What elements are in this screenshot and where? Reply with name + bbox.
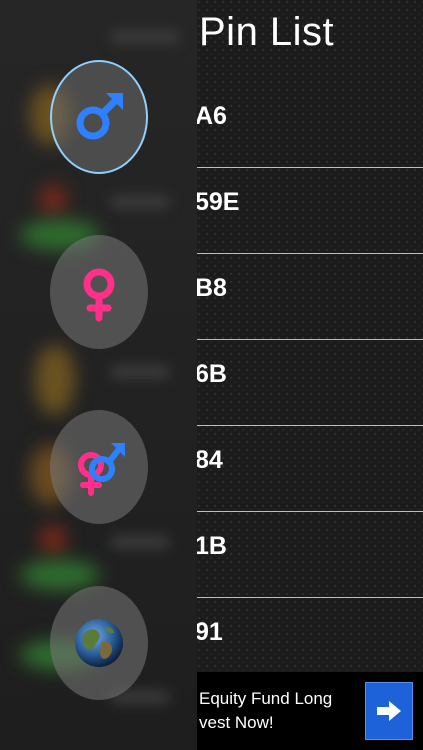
ad-line-2: vest Now! [199, 713, 274, 732]
arrow-right-icon [377, 701, 401, 721]
blurred-background-text [110, 30, 180, 44]
blurred-background-pin [35, 345, 75, 415]
ad-line-1: Equity Fund Long [199, 689, 333, 708]
pin-label: A6 [195, 102, 227, 130]
female-symbol-icon [83, 268, 115, 322]
filter-male-button[interactable] [50, 60, 148, 174]
ad-text: Equity Fund Long vest Now! [199, 687, 332, 735]
filter-sidebar [0, 0, 197, 750]
pin-label: 1B [195, 532, 227, 560]
list-item[interactable]: 84 [195, 426, 423, 512]
globe-icon [75, 619, 123, 667]
male-female-symbol-icon [78, 443, 125, 496]
list-item[interactable]: B8 [195, 254, 423, 340]
blurred-background-pin [20, 560, 100, 590]
blurred-background-text [110, 365, 170, 379]
blurred-background-pin [40, 185, 66, 215]
blurred-background-pin [40, 525, 66, 555]
list-item[interactable]: 1B [195, 512, 423, 598]
page-title: Pin List [199, 10, 335, 54]
filter-female-button[interactable] [50, 235, 148, 349]
list-item[interactable]: A6 [195, 82, 423, 168]
male-symbol-icon [76, 93, 123, 140]
blurred-background-text [110, 535, 170, 549]
pin-label: 6B [195, 360, 227, 388]
pin-label: 84 [195, 446, 223, 474]
list-item[interactable]: 6B [195, 340, 423, 426]
pin-label: B8 [195, 274, 227, 302]
ad-banner[interactable]: Equity Fund Long vest Now! [197, 672, 423, 750]
ad-go-button[interactable] [365, 682, 413, 740]
pin-label: 91 [195, 618, 223, 646]
list-item[interactable]: 59E [195, 168, 423, 254]
filter-both-button[interactable] [50, 410, 148, 524]
filter-all-button[interactable] [50, 586, 148, 700]
blurred-background-text [110, 195, 170, 209]
pin-label: 59E [195, 188, 240, 216]
